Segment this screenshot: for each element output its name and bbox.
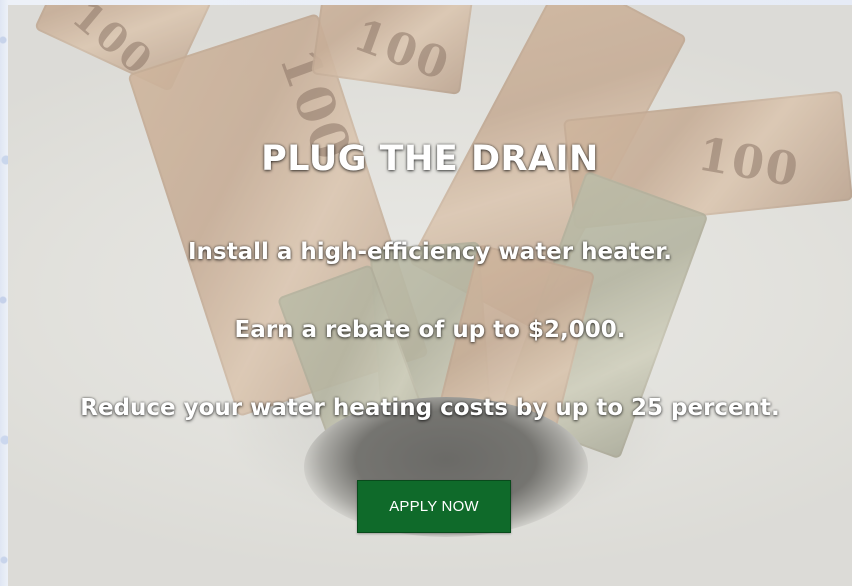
hero-content: PLUG THE DRAIN Install a high-efficiency… <box>8 5 852 586</box>
hero-line-install: Install a high-efficiency water heater. <box>187 239 673 265</box>
hero-banner: 100 100 100 100 PLUG THE DRAIN Install a… <box>8 5 852 586</box>
hero-headline: PLUG THE DRAIN <box>261 139 599 179</box>
apply-now-button[interactable]: APPLY NOW <box>357 480 511 533</box>
hero-line-savings: Reduce your water heating costs by up to… <box>80 395 780 421</box>
hero-line-rebate: Earn a rebate of up to $2,000. <box>234 317 626 343</box>
